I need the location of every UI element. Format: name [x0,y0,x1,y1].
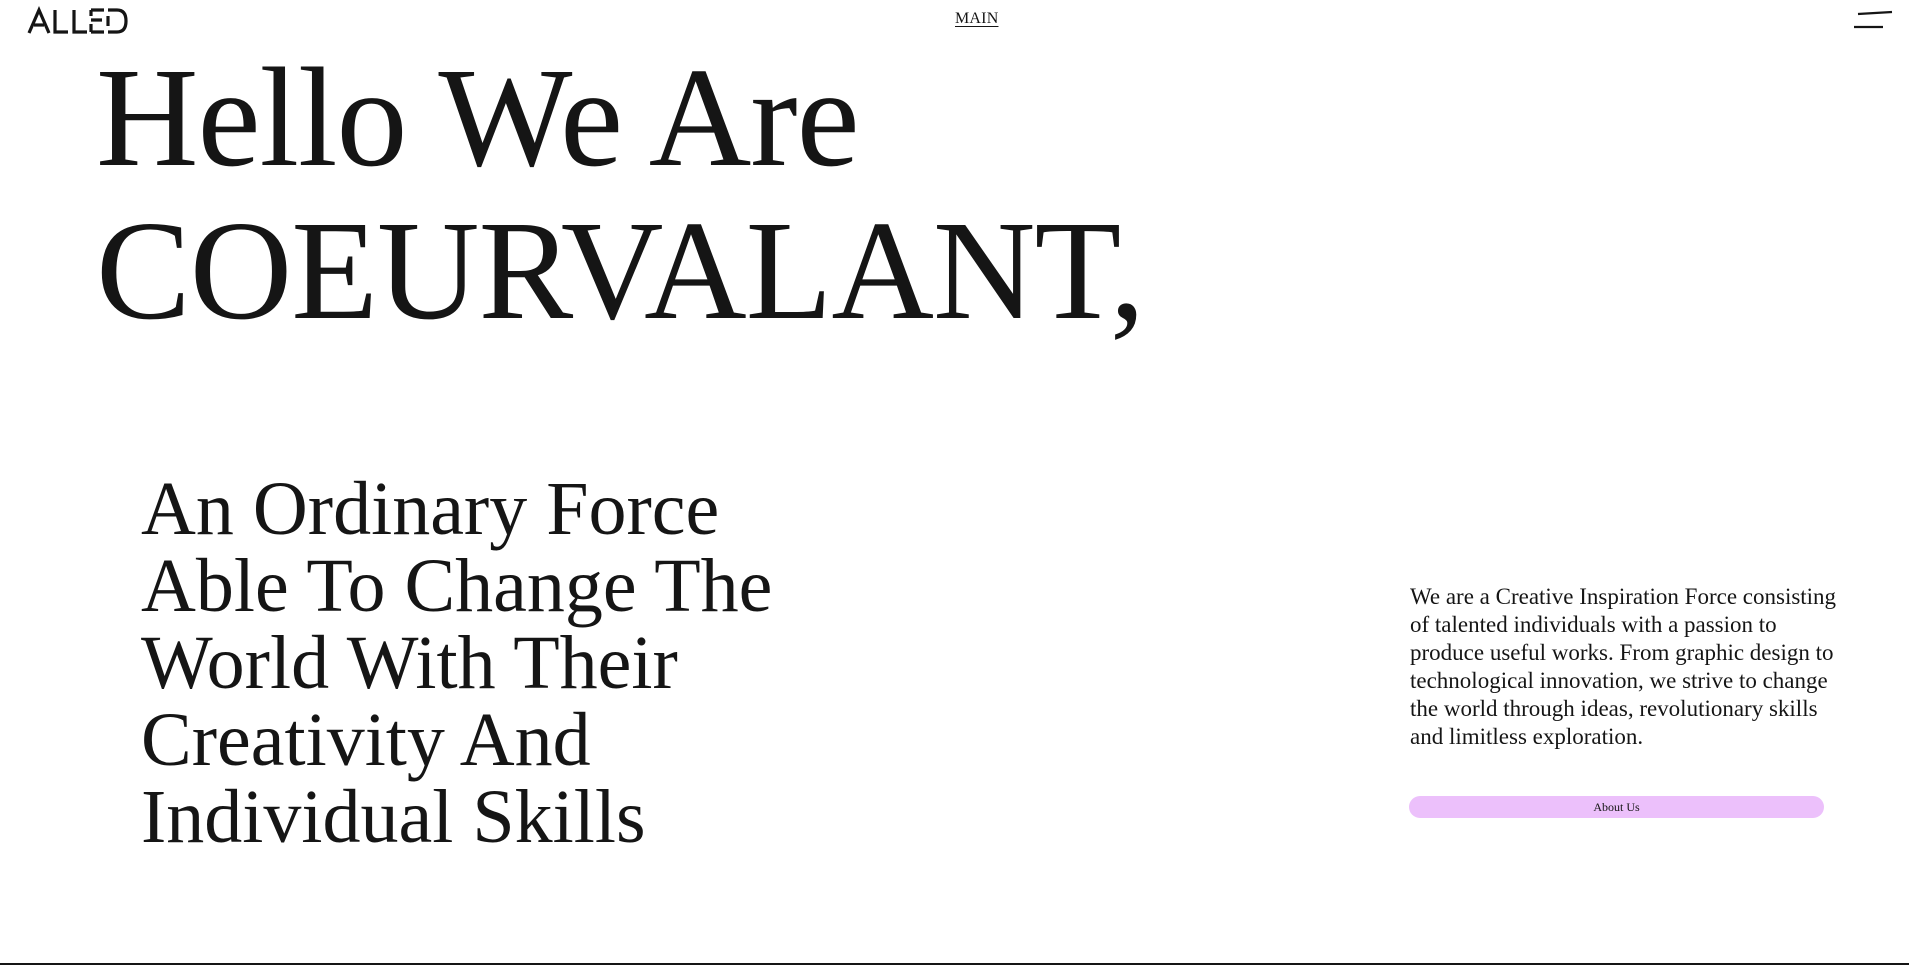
logo-mark [27,6,128,34]
tagline-line: World With Their [141,621,678,705]
logo-text: ALLED [27,36,28,37]
tagline: An Ordinary Force Able To Change The Wor… [141,471,772,856]
tagline-line: Able To Change The [141,544,773,628]
about-us-button[interactable]: About Us [1409,796,1824,818]
intro-paragraph: We are a Creative Inspiration Force cons… [1410,584,1837,749]
tagline-line: Creativity And [141,698,591,782]
hero-heading-line-1: Hello We Are [96,38,860,196]
nav-main-link[interactable]: MAIN [955,10,998,28]
page: ALLED MAIN Hello We Are COEURVALANT, An … [0,0,1909,967]
hero-heading-line-2: COEURVALANT, [96,191,1145,349]
menu-button[interactable] [1852,8,1896,34]
logo[interactable]: ALLED [27,6,128,36]
tagline-line: Individual Skills [141,775,646,859]
bottom-divider [0,963,1909,965]
hamburger-icon [1854,10,1893,29]
tagline-line: An Ordinary Force [141,467,720,551]
